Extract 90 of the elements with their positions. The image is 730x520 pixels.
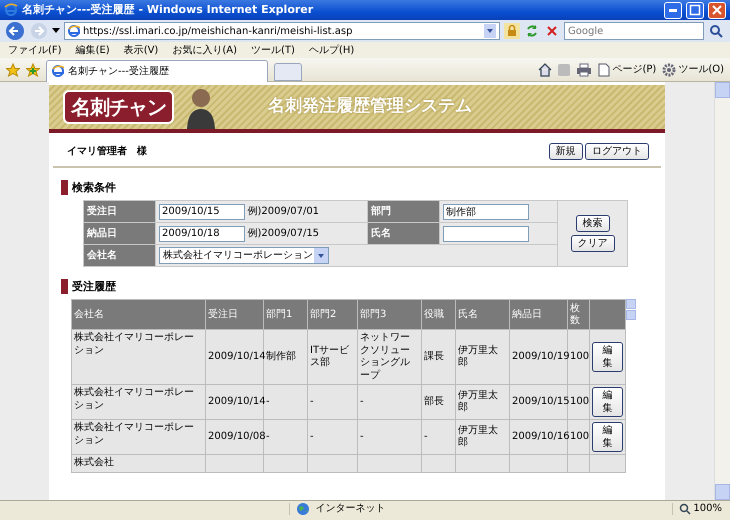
table-cell: 2009/10/14 [206, 384, 264, 420]
table-cell: 2009/10/16 [510, 420, 568, 454]
printer-icon[interactable] [576, 62, 592, 76]
column-header: 役職 [422, 300, 456, 330]
field-label: 納品日 [84, 222, 156, 244]
edit-button[interactable]: 編集 [592, 387, 623, 417]
system-title: 名刺発注履歴管理システム [268, 95, 472, 118]
close-icon [710, 3, 724, 17]
column-header: 部門2 [308, 300, 358, 330]
table-cell: - [358, 420, 422, 454]
table-cell: 株式会社イマリコーポレーション [72, 384, 206, 420]
column-header: 納品日 [510, 300, 568, 330]
add-star-icon[interactable] [26, 62, 40, 76]
field-label: 会社名 [84, 244, 156, 266]
lock-icon [504, 23, 520, 39]
table-cell: ITサービス部 [308, 330, 358, 384]
column-header: 部門3 [358, 300, 422, 330]
column-header: 氏名 [456, 300, 510, 330]
header-button[interactable]: ログアウト [585, 143, 649, 160]
minimize-icon [669, 8, 677, 12]
page-scrollbar[interactable] [714, 82, 730, 500]
status-text: インターネット [316, 502, 386, 516]
page-menu[interactable]: ページ(P) [598, 62, 656, 77]
back-button[interactable] [4, 21, 26, 41]
search-form-button[interactable]: クリア [570, 234, 614, 252]
table-cell: 伊万里太郎 [456, 420, 510, 454]
menu-item[interactable]: ファイル(F) [8, 42, 62, 58]
search-form-button[interactable]: 検索 [576, 215, 610, 232]
zoom-icon [679, 502, 692, 514]
logo: 名刺チャン [63, 90, 174, 124]
user-name: イマリ管理者 様 [67, 144, 147, 159]
table-cell: 2009/10/08 [206, 420, 264, 454]
edit-button[interactable]: 編集 [592, 342, 623, 372]
menu-item[interactable]: ヘルプ(H) [308, 42, 354, 58]
table-cell: - [308, 420, 358, 454]
text-field[interactable]: 2009/10/18 [159, 226, 245, 242]
table-cell: 伊万里太郎 [456, 330, 510, 384]
column-header: 会社名 [72, 300, 206, 330]
table-cell: 2009/10/15 [510, 384, 568, 420]
maximize-button[interactable] [686, 2, 704, 18]
close-button[interactable] [708, 2, 726, 18]
edit-button[interactable]: 編集 [592, 422, 623, 452]
table-cell: 100 [568, 330, 590, 384]
field-label: 部門 [367, 200, 440, 222]
table-cell: 2009/10/19 [510, 330, 568, 384]
table-cell: 100 [568, 420, 590, 454]
text-field[interactable]: 2009/10/15 [159, 204, 245, 220]
table-cell: - [264, 384, 308, 420]
menu-item[interactable]: 編集(E) [76, 42, 110, 58]
search-field[interactable]: Google [564, 22, 704, 40]
globe-icon [296, 502, 310, 516]
minimize-button[interactable] [664, 2, 682, 18]
browser-tab[interactable]: 名刺チャン---受注履歴 [46, 60, 268, 82]
column-header: 受注日 [206, 300, 264, 330]
window-title: 名刺チャン---受注履歴 - Windows Internet Explorer [22, 2, 314, 18]
table-cell: - [264, 420, 308, 454]
table-cell: - [308, 384, 358, 420]
example-text: 例)2009/07/15 [248, 228, 320, 239]
settings-icon [662, 62, 676, 76]
browser-logo-icon [52, 65, 64, 77]
maximize-icon [688, 3, 702, 17]
menu-item[interactable]: ツール(T) [251, 42, 295, 58]
table-cell: 株式会社 [72, 454, 206, 472]
table-cell: ネットワークソリューショングループ [358, 330, 422, 384]
field-label: 受注日 [84, 200, 156, 222]
text-field[interactable]: 制作部 [442, 204, 529, 220]
column-header: 部門1 [264, 300, 308, 330]
text-field[interactable] [442, 226, 529, 242]
star-icon[interactable] [6, 62, 20, 76]
company-select[interactable]: 株式会社イマリコーポレーション [159, 247, 329, 264]
table-cell: 株式会社イマリコーポレーション [72, 420, 206, 454]
table-cell: - [422, 420, 456, 454]
table-cell: 100 [568, 384, 590, 420]
table-cell: - [358, 384, 422, 420]
tools-menu[interactable]: ツール(O) [662, 62, 724, 77]
zoom-control[interactable]: 100% [679, 501, 722, 516]
table-cell: 株式会社イマリコーポレーション [72, 330, 206, 384]
example-text: 例)2009/07/01 [248, 206, 320, 217]
table-cell: 伊万里太郎 [456, 384, 510, 420]
menu-item[interactable]: 表示(V) [124, 42, 158, 58]
table-cell: 部長 [422, 384, 456, 420]
address-bar[interactable]: https://ssl.imari.co.jp/meishichan-kanri/meishi-list.asp [64, 22, 500, 40]
dropdown-arrow-icon[interactable] [52, 28, 60, 34]
browser-logo-icon [4, 3, 18, 17]
column-header: 枚数 [568, 300, 590, 330]
home-icon[interactable] [538, 62, 552, 76]
menu-item[interactable]: お気に入り(A) [172, 42, 237, 58]
table-cell: 課長 [422, 330, 456, 384]
field-label: 氏名 [367, 222, 440, 244]
header-button[interactable]: 新規 [548, 143, 582, 160]
